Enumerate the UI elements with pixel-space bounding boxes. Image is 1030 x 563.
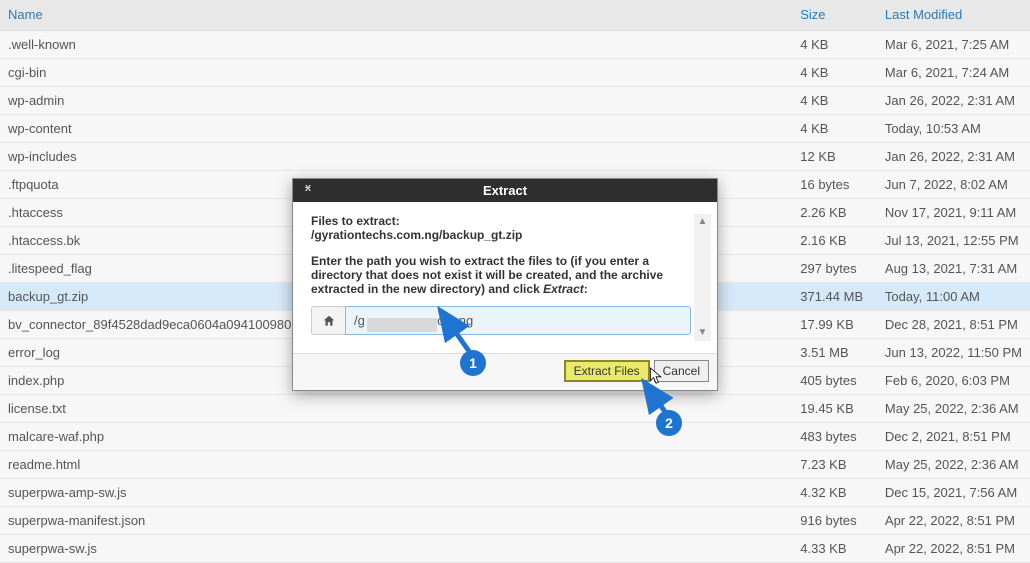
table-row[interactable]: wp-admin4 KBJan 26, 2022, 2:31 AM	[0, 87, 1030, 115]
dialog-title: Extract	[483, 183, 527, 198]
cell-size: 405 bytes	[792, 367, 877, 395]
dialog-body: ▲ ▼ Files to extract: /gyrationtechs.com…	[293, 202, 717, 353]
redacted-area	[367, 318, 437, 332]
table-row[interactable]: wp-content4 KBToday, 10:53 AM	[0, 115, 1030, 143]
scroll-down-icon[interactable]: ▼	[694, 325, 711, 341]
close-icon[interactable]: x	[305, 182, 310, 194]
cell-name: .well-known	[0, 31, 792, 59]
cell-modified: Apr 22, 2022, 8:51 PM	[877, 507, 1030, 535]
table-row[interactable]: malcare-waf.php483 bytesDec 2, 2021, 8:5…	[0, 423, 1030, 451]
cell-modified: Jan 26, 2022, 2:31 AM	[877, 143, 1030, 171]
cell-size: 12 KB	[792, 143, 877, 171]
cancel-button[interactable]: Cancel	[654, 360, 709, 382]
cell-size: 7.23 KB	[792, 451, 877, 479]
cell-name: wp-content	[0, 115, 792, 143]
cell-modified: May 25, 2022, 2:36 AM	[877, 395, 1030, 423]
cell-modified: Nov 17, 2021, 9:11 AM	[877, 199, 1030, 227]
cell-size: 4.33 KB	[792, 535, 877, 563]
cell-size: 483 bytes	[792, 423, 877, 451]
files-to-extract-value: /gyrationtechs.com.ng/backup_gt.zip	[311, 228, 522, 242]
table-row[interactable]: license.txt19.45 KBMay 25, 2022, 2:36 AM	[0, 395, 1030, 423]
cell-modified: Apr 22, 2022, 8:51 PM	[877, 535, 1030, 563]
cell-modified: Jun 7, 2022, 8:02 AM	[877, 171, 1030, 199]
extract-dialog: x Extract ▲ ▼ Files to extract: /gyratio…	[292, 178, 718, 391]
table-row[interactable]: cgi-bin4 KBMar 6, 2021, 7:24 AM	[0, 59, 1030, 87]
cell-size: 16 bytes	[792, 171, 877, 199]
table-row[interactable]: wp-includes12 KBJan 26, 2022, 2:31 AM	[0, 143, 1030, 171]
home-button[interactable]	[311, 306, 345, 335]
home-icon	[322, 314, 336, 328]
col-header-size[interactable]: Size	[792, 0, 877, 31]
cell-size: 4.32 KB	[792, 479, 877, 507]
cell-name: superpwa-manifest.json	[0, 507, 792, 535]
cell-name: wp-admin	[0, 87, 792, 115]
cell-size: 4 KB	[792, 87, 877, 115]
cell-size: 19.45 KB	[792, 395, 877, 423]
extract-files-button[interactable]: Extract Files	[564, 360, 650, 382]
cell-name: superpwa-amp-sw.js	[0, 479, 792, 507]
cell-modified: Dec 2, 2021, 8:51 PM	[877, 423, 1030, 451]
cell-modified: Jun 13, 2022, 11:50 PM	[877, 339, 1030, 367]
dialog-scrollbar[interactable]: ▲ ▼	[694, 214, 711, 341]
cell-modified: Dec 28, 2021, 8:51 PM	[877, 311, 1030, 339]
cell-name: cgi-bin	[0, 59, 792, 87]
cell-size: 371.44 MB	[792, 283, 877, 311]
dialog-footer: Extract Files Cancel	[293, 353, 717, 390]
table-row[interactable]: readme.html7.23 KBMay 25, 2022, 2:36 AM	[0, 451, 1030, 479]
cell-name: readme.html	[0, 451, 792, 479]
cell-modified: May 25, 2022, 2:36 AM	[877, 451, 1030, 479]
cell-name: malcare-waf.php	[0, 423, 792, 451]
cell-size: 4 KB	[792, 115, 877, 143]
table-row[interactable]: .well-known4 KBMar 6, 2021, 7:25 AM	[0, 31, 1030, 59]
cell-modified: Aug 13, 2021, 7:31 AM	[877, 255, 1030, 283]
cell-size: 297 bytes	[792, 255, 877, 283]
cell-modified: Dec 15, 2021, 7:56 AM	[877, 479, 1030, 507]
scroll-up-icon[interactable]: ▲	[694, 214, 711, 230]
files-to-extract-label: Files to extract:	[311, 214, 400, 228]
cell-modified: Feb 6, 2020, 6:03 PM	[877, 367, 1030, 395]
cell-name: license.txt	[0, 395, 792, 423]
table-row[interactable]: superpwa-manifest.json916 bytesApr 22, 2…	[0, 507, 1030, 535]
cell-modified: Today, 11:00 AM	[877, 283, 1030, 311]
dialog-titlebar[interactable]: x Extract	[293, 179, 717, 202]
cell-name: wp-includes	[0, 143, 792, 171]
cell-modified: Jan 26, 2022, 2:31 AM	[877, 87, 1030, 115]
cell-modified: Mar 6, 2021, 7:24 AM	[877, 59, 1030, 87]
cell-size: 4 KB	[792, 59, 877, 87]
cell-size: 2.26 KB	[792, 199, 877, 227]
cell-modified: Mar 6, 2021, 7:25 AM	[877, 31, 1030, 59]
cell-modified: Jul 13, 2021, 12:55 PM	[877, 227, 1030, 255]
cell-size: 3.51 MB	[792, 339, 877, 367]
table-header-row: Name Size Last Modified	[0, 0, 1030, 31]
col-header-modified[interactable]: Last Modified	[877, 0, 1030, 31]
cell-size: 17.99 KB	[792, 311, 877, 339]
cell-size: 916 bytes	[792, 507, 877, 535]
col-header-name[interactable]: Name	[0, 0, 792, 31]
table-row[interactable]: superpwa-amp-sw.js4.32 KBDec 15, 2021, 7…	[0, 479, 1030, 507]
instruction-text: Enter the path you wish to extract the f…	[311, 254, 691, 296]
cell-name: superpwa-sw.js	[0, 535, 792, 563]
cell-size: 4 KB	[792, 31, 877, 59]
cell-modified: Today, 10:53 AM	[877, 115, 1030, 143]
cell-size: 2.16 KB	[792, 227, 877, 255]
table-row[interactable]: superpwa-sw.js4.33 KBApr 22, 2022, 8:51 …	[0, 535, 1030, 563]
